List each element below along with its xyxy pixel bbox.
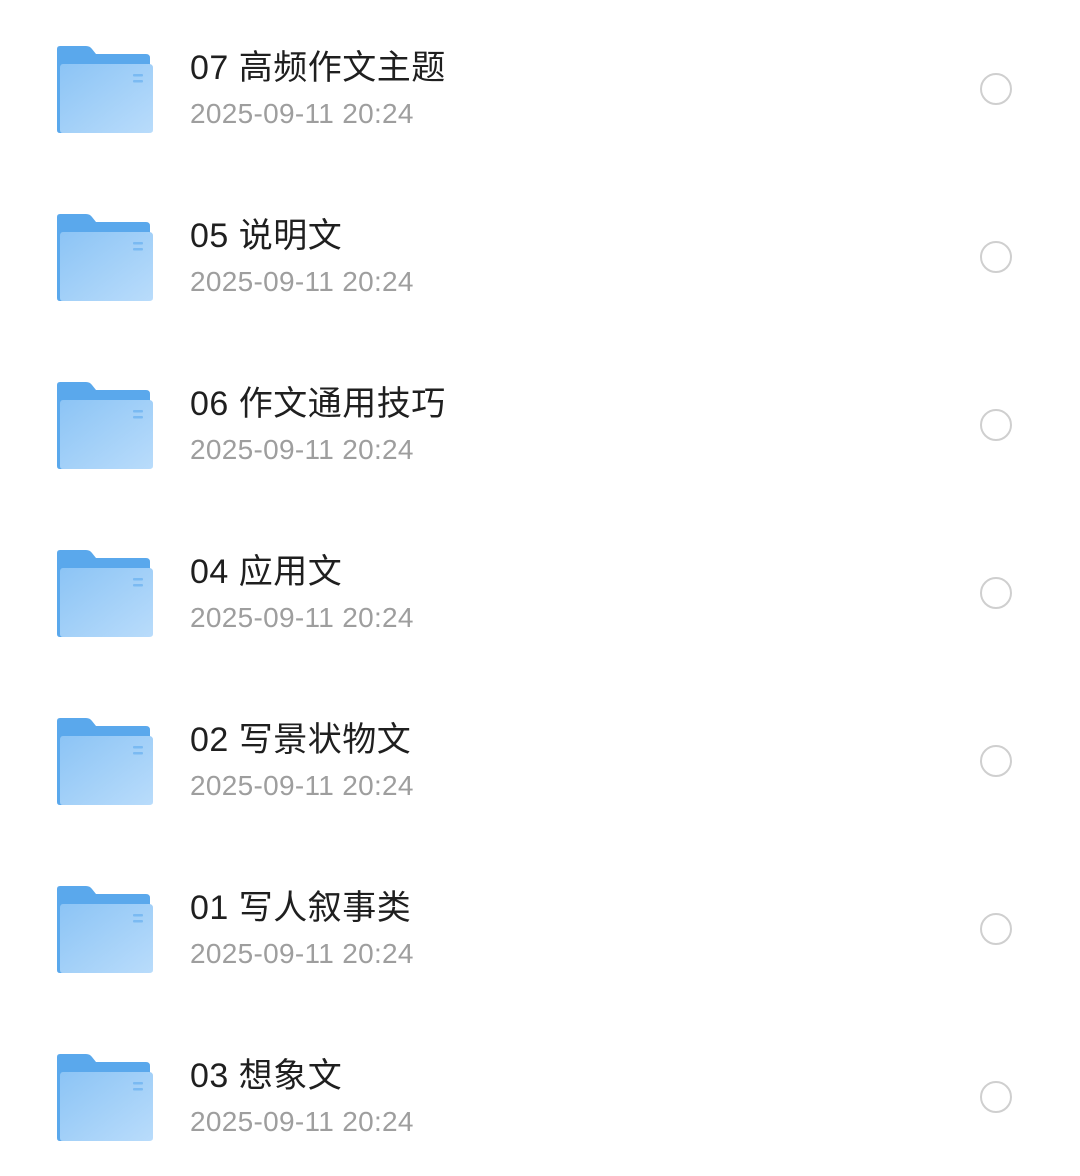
list-item[interactable]: 06 作文通用技巧 2025-09-11 20:24: [0, 336, 1080, 504]
select-radio[interactable]: [980, 577, 1012, 609]
folder-date: 2025-09-11 20:24: [190, 770, 414, 801]
list-item[interactable]: 05 说明文 2025-09-11 20:24: [0, 168, 1080, 336]
select-radio[interactable]: [980, 1081, 1012, 1113]
folder-name: 01 写人叙事类: [190, 889, 412, 927]
folder-name: 03 想象文: [190, 1057, 343, 1095]
folder-icon: [56, 380, 154, 470]
folder-date: 2025-09-11 20:24: [190, 938, 414, 969]
folder-date: 2025-09-11 20:24: [190, 266, 414, 297]
folder-name: 07 高频作文主题: [190, 49, 446, 87]
select-radio[interactable]: [980, 745, 1012, 777]
folder-name: 04 应用文: [190, 553, 343, 591]
folder-icon: [56, 1052, 154, 1142]
file-list: 07 高频作文主题 2025-09-11 20:24 05 说明文 2025-0…: [0, 0, 1080, 1160]
select-radio[interactable]: [980, 409, 1012, 441]
folder-name: 02 写景状物文: [190, 721, 412, 759]
select-radio[interactable]: [980, 241, 1012, 273]
folder-date: 2025-09-11 20:24: [190, 1106, 414, 1137]
select-radio[interactable]: [980, 73, 1012, 105]
list-item[interactable]: 04 应用文 2025-09-11 20:24: [0, 504, 1080, 672]
list-item[interactable]: 03 想象文 2025-09-11 20:24: [0, 1008, 1080, 1176]
list-item[interactable]: 07 高频作文主题 2025-09-11 20:24: [0, 0, 1080, 168]
list-item[interactable]: 02 写景状物文 2025-09-11 20:24: [0, 672, 1080, 840]
select-radio[interactable]: [980, 913, 1012, 945]
folder-icon: [56, 44, 154, 134]
folder-name: 06 作文通用技巧: [190, 385, 446, 423]
folder-icon: [56, 548, 154, 638]
list-item[interactable]: 01 写人叙事类 2025-09-11 20:24: [0, 840, 1080, 1008]
folder-name: 05 说明文: [190, 217, 343, 255]
folder-date: 2025-09-11 20:24: [190, 434, 414, 465]
folder-date: 2025-09-11 20:24: [190, 602, 414, 633]
folder-icon: [56, 212, 154, 302]
folder-date: 2025-09-11 20:24: [190, 98, 414, 129]
folder-icon: [56, 716, 154, 806]
folder-icon: [56, 884, 154, 974]
